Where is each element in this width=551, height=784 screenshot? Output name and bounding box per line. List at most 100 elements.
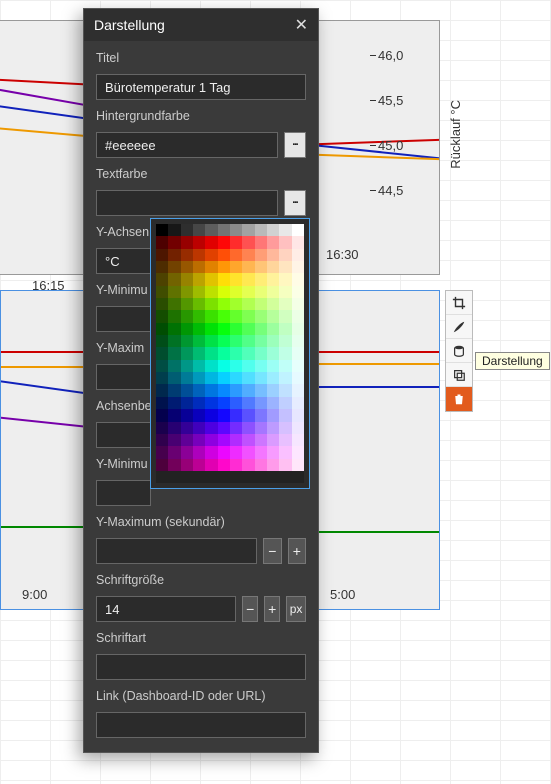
color-swatch[interactable] (279, 261, 291, 273)
color-swatch[interactable] (181, 422, 193, 434)
color-swatch[interactable] (242, 298, 254, 310)
color-swatch[interactable] (218, 335, 230, 347)
color-swatch[interactable] (230, 286, 242, 298)
color-swatch[interactable] (205, 397, 217, 409)
color-swatch[interactable] (193, 471, 205, 483)
close-icon[interactable]: ✕ (295, 15, 308, 35)
font-input[interactable] (96, 654, 306, 680)
color-swatch[interactable] (218, 360, 230, 372)
color-swatch[interactable] (218, 471, 230, 483)
fontsize-minus-button[interactable]: − (242, 596, 258, 622)
color-swatch[interactable] (156, 384, 168, 396)
fontsize-input[interactable] (96, 596, 236, 622)
color-swatch[interactable] (168, 273, 180, 285)
color-swatch[interactable] (292, 434, 304, 446)
color-swatch[interactable] (242, 446, 254, 458)
color-swatch[interactable] (168, 446, 180, 458)
color-swatch[interactable] (205, 446, 217, 458)
color-swatch[interactable] (193, 446, 205, 458)
color-swatch[interactable] (279, 249, 291, 261)
color-swatch[interactable] (205, 372, 217, 384)
color-swatch[interactable] (168, 224, 180, 236)
color-swatch[interactable] (242, 323, 254, 335)
color-swatch[interactable] (205, 422, 217, 434)
color-swatch[interactable] (168, 471, 180, 483)
color-swatch[interactable] (230, 446, 242, 458)
color-swatch[interactable] (218, 286, 230, 298)
color-swatch[interactable] (279, 422, 291, 434)
color-swatch[interactable] (230, 422, 242, 434)
color-swatch[interactable] (205, 286, 217, 298)
color-swatch[interactable] (242, 310, 254, 322)
color-swatch[interactable] (242, 471, 254, 483)
color-swatch[interactable] (193, 422, 205, 434)
color-swatch[interactable] (279, 273, 291, 285)
color-swatch[interactable] (168, 249, 180, 261)
color-swatch[interactable] (218, 434, 230, 446)
color-swatch[interactable] (267, 347, 279, 359)
color-swatch[interactable] (156, 446, 168, 458)
link-input[interactable] (96, 712, 306, 738)
color-swatch[interactable] (218, 409, 230, 421)
brush-icon[interactable] (446, 315, 472, 339)
color-swatch[interactable] (181, 360, 193, 372)
color-swatch[interactable] (156, 422, 168, 434)
color-swatch[interactable] (230, 298, 242, 310)
color-swatch[interactable] (156, 310, 168, 322)
color-swatch[interactable] (279, 224, 291, 236)
color-swatch[interactable] (279, 397, 291, 409)
color-swatch[interactable] (242, 384, 254, 396)
color-swatch[interactable] (279, 384, 291, 396)
color-swatch[interactable] (205, 298, 217, 310)
trash-icon[interactable] (446, 387, 472, 411)
color-swatch[interactable] (168, 335, 180, 347)
color-swatch[interactable] (218, 323, 230, 335)
color-swatch[interactable] (267, 459, 279, 471)
color-swatch[interactable] (292, 273, 304, 285)
color-swatch[interactable] (218, 310, 230, 322)
color-swatch[interactable] (255, 249, 267, 261)
color-swatch[interactable] (255, 446, 267, 458)
color-swatch[interactable] (156, 471, 168, 483)
color-swatch[interactable] (193, 384, 205, 396)
color-swatch[interactable] (193, 360, 205, 372)
ymin-input[interactable] (96, 306, 151, 332)
color-swatch[interactable] (218, 459, 230, 471)
color-swatch[interactable] (279, 310, 291, 322)
color-swatch[interactable] (181, 273, 193, 285)
color-swatch[interactable] (292, 409, 304, 421)
color-swatch[interactable] (156, 224, 168, 236)
yaxis-input[interactable] (96, 248, 151, 274)
color-picker-popover[interactable] (150, 218, 310, 489)
color-swatch[interactable] (279, 409, 291, 421)
color-swatch[interactable] (267, 471, 279, 483)
color-swatch[interactable] (205, 261, 217, 273)
color-swatch[interactable] (181, 286, 193, 298)
color-swatch[interactable] (168, 298, 180, 310)
color-swatch[interactable] (279, 286, 291, 298)
color-swatch[interactable] (205, 360, 217, 372)
color-swatch[interactable] (168, 261, 180, 273)
color-swatch[interactable] (279, 434, 291, 446)
color-swatch[interactable] (193, 249, 205, 261)
color-swatch[interactable] (267, 310, 279, 322)
color-swatch[interactable] (279, 347, 291, 359)
ymax-input[interactable] (96, 364, 151, 390)
color-swatch[interactable] (218, 422, 230, 434)
color-swatch[interactable] (267, 446, 279, 458)
axislabel-input[interactable] (96, 422, 151, 448)
color-swatch[interactable] (255, 422, 267, 434)
color-swatch[interactable] (292, 286, 304, 298)
color-swatch[interactable] (218, 384, 230, 396)
color-swatch[interactable] (267, 372, 279, 384)
color-swatch[interactable] (181, 347, 193, 359)
color-swatch[interactable] (205, 224, 217, 236)
color-swatch[interactable] (168, 372, 180, 384)
color-swatch[interactable] (292, 335, 304, 347)
color-swatch[interactable] (292, 372, 304, 384)
color-swatch[interactable] (242, 236, 254, 248)
color-swatch[interactable] (168, 286, 180, 298)
color-swatch[interactable] (279, 323, 291, 335)
color-swatch[interactable] (242, 397, 254, 409)
color-swatch[interactable] (267, 384, 279, 396)
